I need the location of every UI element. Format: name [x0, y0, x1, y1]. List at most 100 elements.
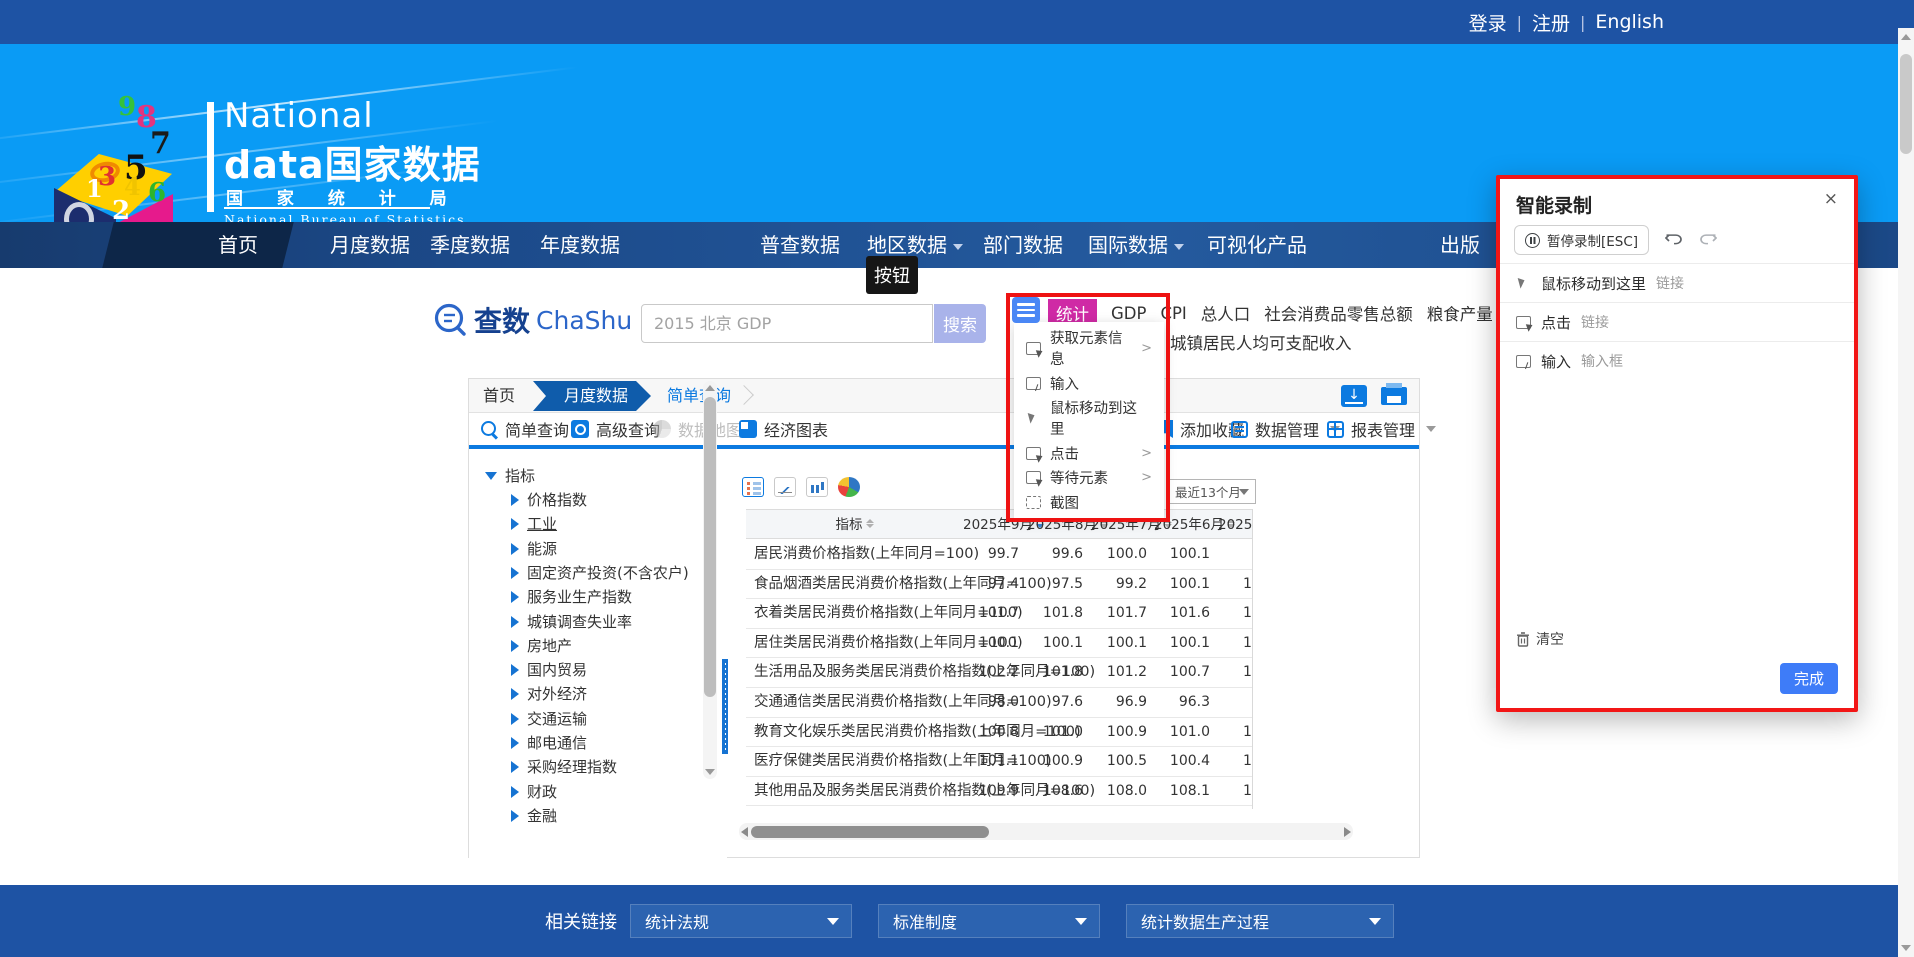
sort-icon[interactable] [866, 519, 874, 529]
hot-keyword[interactable]: 社会消费品零售总额 [1264, 301, 1413, 325]
pause-recording-button[interactable]: 暂停录制[ESC] [1514, 225, 1649, 255]
page-scrollbar[interactable] [1898, 28, 1914, 957]
redo-icon[interactable] [1699, 232, 1717, 248]
separator: | [1580, 13, 1585, 32]
nav-item-9[interactable]: 出版 [1440, 222, 1480, 268]
tree-item-13[interactable]: 金融 [511, 805, 557, 826]
footer-dropdown-0[interactable]: 统计法规 [630, 904, 852, 938]
column-header-label: 2025年9月 [963, 517, 1033, 533]
scroll-right-icon[interactable] [1344, 827, 1351, 837]
tree-item-1[interactable]: 工业 [511, 513, 557, 534]
nav-item-3[interactable]: 年度数据 [540, 222, 620, 268]
pie-chart-view-icon[interactable] [838, 477, 860, 497]
tree-item-5[interactable]: 城镇调查失业率 [511, 611, 632, 632]
scroll-down-icon[interactable] [1901, 945, 1911, 951]
search-input[interactable] [641, 304, 933, 343]
footer-dropdown-1[interactable]: 标准制度 [878, 904, 1100, 938]
tree-collapse-icon [511, 616, 519, 628]
register-link[interactable]: 注册 [1532, 9, 1570, 36]
nav-item-0[interactable]: 首页 [218, 222, 258, 268]
scroll-up-icon[interactable] [1901, 34, 1911, 40]
hot-keyword[interactable]: 粮食产量 [1427, 301, 1493, 325]
toolbar-right-item-1[interactable]: 数据管理 [1231, 413, 1340, 445]
tree-item-7[interactable]: 国内贸易 [511, 659, 587, 680]
tree-item-9[interactable]: 交通运输 [511, 708, 587, 729]
nav-item-1[interactable]: 月度数据 [330, 222, 410, 268]
tree-root-indicator[interactable]: 指标 [485, 465, 535, 486]
recorded-step[interactable]: 输入输入框 [1500, 341, 1854, 380]
time-range-value: 最近13个月 [1175, 482, 1241, 501]
hscroll-thumb[interactable] [751, 826, 989, 838]
panel-splitter[interactable] [722, 659, 728, 754]
search-button[interactable]: 搜索 [934, 304, 986, 343]
toolbar-right-item-2[interactable]: 报表管理 [1327, 413, 1436, 445]
close-icon[interactable]: × [1824, 191, 1838, 208]
tab-home[interactable]: 首页 [483, 379, 515, 413]
tree-item-3[interactable]: 固定资产投资(不含农户) [511, 562, 689, 583]
tree-item-label: 对外经济 [527, 683, 587, 704]
tree-item-11[interactable]: 采购经理指数 [511, 756, 617, 777]
nav-item-label: 年度数据 [540, 233, 620, 257]
cell-value: 100.1 [1023, 629, 1083, 659]
recorded-step[interactable]: 点击链接 [1500, 302, 1854, 341]
tab-simple-query[interactable]: 简单查询 [667, 379, 731, 413]
footer-dropdown-2[interactable]: 统计数据生产过程 [1126, 904, 1394, 938]
scroll-up-icon[interactable] [705, 385, 715, 391]
nav-item-8[interactable]: 可视化产品 [1207, 222, 1307, 268]
clear-steps-button[interactable]: 清空 [1516, 629, 1564, 649]
menu-handle-icon[interactable] [1012, 297, 1040, 323]
context-menu-item[interactable]: 等待元素> [1014, 467, 1164, 488]
login-link[interactable]: 登录 [1469, 9, 1507, 36]
tree-item-12[interactable]: 财政 [511, 781, 557, 802]
language-link[interactable]: English [1595, 11, 1664, 33]
tree-item-0[interactable]: 价格指数 [511, 489, 587, 510]
tab-monthly-data[interactable]: 月度数据 [533, 381, 651, 411]
tree-item-2[interactable]: 能源 [511, 538, 557, 559]
breadcrumb: 首页 月度数据 简单查询 ↓ [469, 379, 1419, 413]
toolbar-item-label: 高级查询 [596, 417, 660, 441]
recorded-step[interactable]: 鼠标移动到这里链接 [1500, 263, 1854, 302]
column-header-0[interactable]: 指标 [746, 510, 963, 540]
tree-item-6[interactable]: 房地产 [511, 635, 572, 656]
nav-item-6[interactable]: 部门数据 [983, 222, 1063, 268]
hot-keywords-line2[interactable]: PPI 城镇居民人均可支配收入 [1140, 330, 1352, 354]
nav-item-2[interactable]: 季度数据 [430, 222, 510, 268]
nav-item-4[interactable]: 普查数据 [760, 222, 840, 268]
hot-keyword[interactable]: CPI [1160, 304, 1186, 323]
page-scroll-thumb[interactable] [1900, 54, 1912, 154]
nav-item-7[interactable]: 国际数据 [1088, 222, 1184, 268]
tree-item-4[interactable]: 服务业生产指数 [511, 586, 632, 607]
table-view-icon[interactable] [742, 477, 764, 497]
context-menu-item[interactable]: 鼠标移动到这里 [1014, 397, 1164, 439]
cell-value: 100.9 [1023, 747, 1083, 777]
context-menu-item[interactable]: 点击> [1014, 443, 1164, 464]
tree-item-8[interactable]: 对外经济 [511, 683, 587, 704]
hot-keyword[interactable]: GDP [1111, 304, 1146, 323]
column-header-label: 指标 [836, 517, 863, 533]
column-header-5[interactable]: 2025年5月 [1218, 510, 1253, 540]
scroll-down-icon[interactable] [705, 769, 715, 775]
toolbar-item-0[interactable]: 简单查询 [481, 413, 569, 445]
tree-item-10[interactable]: 邮电通信 [511, 732, 587, 753]
horizontal-scrollbar[interactable] [739, 823, 1353, 840]
line-chart-view-icon[interactable] [774, 477, 796, 497]
download-icon[interactable]: ↓ [1341, 385, 1367, 407]
toolbar-item-1[interactable]: 高级查询 [571, 413, 660, 445]
bar-chart-view-icon[interactable] [806, 477, 828, 497]
done-button[interactable]: 完成 [1780, 663, 1838, 694]
scroll-left-icon[interactable] [741, 827, 748, 837]
tree-scroll-thumb[interactable] [704, 397, 716, 697]
step-action: 鼠标移动到这里 [1541, 273, 1646, 294]
context-menu-item[interactable]: 截图 [1014, 492, 1164, 513]
time-range-select[interactable]: 最近13个月 [1166, 479, 1256, 504]
context-menu-item[interactable]: 获取元素信息> [1014, 327, 1164, 369]
column-header-label: 2025年5月 [1218, 517, 1253, 533]
tree-item-label: 邮电通信 [527, 732, 587, 753]
tree-scrollbar[interactable] [703, 381, 717, 779]
context-menu-item[interactable]: 输入 [1014, 373, 1164, 394]
undo-icon[interactable] [1665, 232, 1683, 248]
hot-keyword[interactable]: 总人口 [1201, 301, 1251, 325]
data-table: 指标2025年9月2025年8月2025年7月2025年6月2025年5月 居民… [746, 509, 1253, 809]
toolbar-item-3[interactable]: 经济图表 [739, 413, 828, 445]
print-icon[interactable] [1381, 387, 1407, 405]
